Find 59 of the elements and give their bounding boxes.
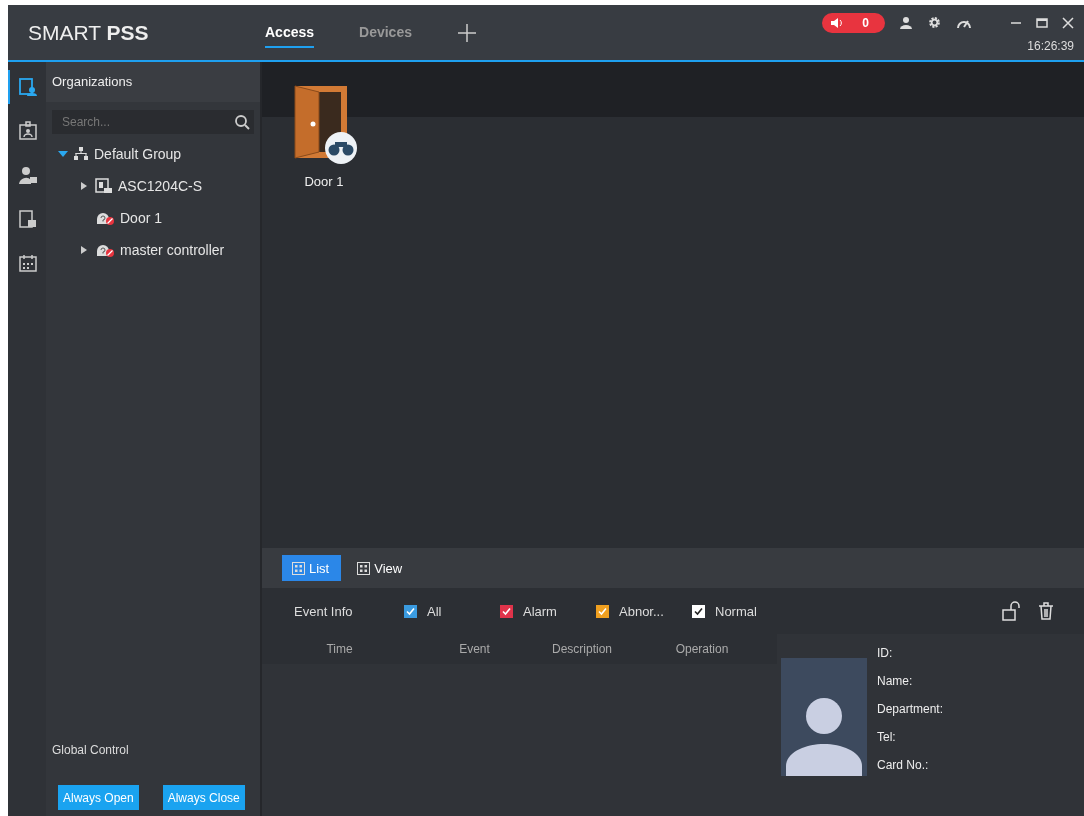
- tree-item-label: Door 1: [120, 210, 163, 226]
- expand-arrow-icon[interactable]: [80, 245, 88, 255]
- person-lock-icon: [18, 165, 38, 185]
- field-label: Name:: [877, 674, 914, 688]
- id-badge-icon: [18, 121, 38, 141]
- view-tab[interactable]: View: [347, 555, 415, 581]
- alarm-counter[interactable]: 0: [822, 12, 885, 33]
- view-tab[interactable]: List: [282, 555, 342, 581]
- tree-item[interactable]: master controller: [46, 234, 260, 266]
- checkbox[interactable]: [500, 604, 513, 618]
- column-header: Operation: [674, 642, 730, 656]
- maximize-icon[interactable]: [1036, 16, 1048, 29]
- nav-tab[interactable]: Devices: [359, 17, 412, 48]
- add-tab-icon[interactable]: [457, 22, 477, 43]
- checkbox-label: Alarm: [523, 603, 557, 619]
- tree-item-label: master controller: [120, 242, 225, 258]
- column-header: Event: [458, 642, 491, 656]
- checkbox-label: Abnor...: [619, 603, 664, 619]
- trash-icon[interactable]: [1038, 602, 1054, 620]
- tree-item[interactable]: Default Group: [46, 138, 260, 170]
- hierarchy-icon: [73, 147, 89, 161]
- grid-icon: [357, 561, 371, 575]
- clock-time: 16:26:39: [1027, 38, 1074, 53]
- door-label: Door 1: [304, 174, 344, 189]
- user-icon[interactable]: [899, 15, 913, 30]
- tree-item[interactable]: Door 1: [46, 202, 260, 234]
- checkbox-label: Normal: [715, 603, 757, 619]
- field-label: ID:: [877, 646, 894, 660]
- offline-lock-icon: [95, 210, 115, 226]
- door-lock-icon: [18, 209, 38, 229]
- settings-icon[interactable]: [927, 15, 942, 30]
- speaker-icon: [830, 16, 845, 29]
- calendar-icon: [18, 253, 38, 273]
- organization-icon: [18, 77, 38, 97]
- nav-tab[interactable]: Access: [265, 17, 315, 48]
- collapse-arrow-icon[interactable]: [58, 150, 68, 158]
- expand-arrow-icon[interactable]: [80, 181, 88, 191]
- column-header: Description: [551, 642, 613, 656]
- unlock-icon[interactable]: [1002, 601, 1022, 621]
- grid-icon: [292, 561, 305, 575]
- column-header: Time: [325, 642, 354, 656]
- search-icon[interactable]: [234, 114, 250, 130]
- search-field[interactable]: Search...: [52, 110, 254, 134]
- tree-item-label: Default Group: [94, 146, 182, 162]
- field-label: Card No.:: [877, 758, 930, 772]
- panel-title: Organizations: [46, 62, 260, 102]
- tree-item[interactable]: ASC1204C-S: [46, 170, 260, 202]
- tree-item-label: ASC1204C-S: [118, 178, 203, 194]
- checkbox[interactable]: [596, 604, 609, 618]
- checkbox[interactable]: [404, 604, 417, 618]
- offline-lock-icon: [95, 242, 115, 258]
- device-icon: [95, 178, 113, 194]
- section-title: Global Control: [51, 743, 130, 759]
- close-icon[interactable]: [1062, 16, 1074, 29]
- app-logo: SMART PSS: [28, 20, 150, 45]
- field-label: Tel:: [877, 730, 897, 744]
- checkbox-label: All: [427, 603, 442, 619]
- filter-label: Event Info: [294, 603, 354, 619]
- field-label: Department:: [877, 702, 944, 716]
